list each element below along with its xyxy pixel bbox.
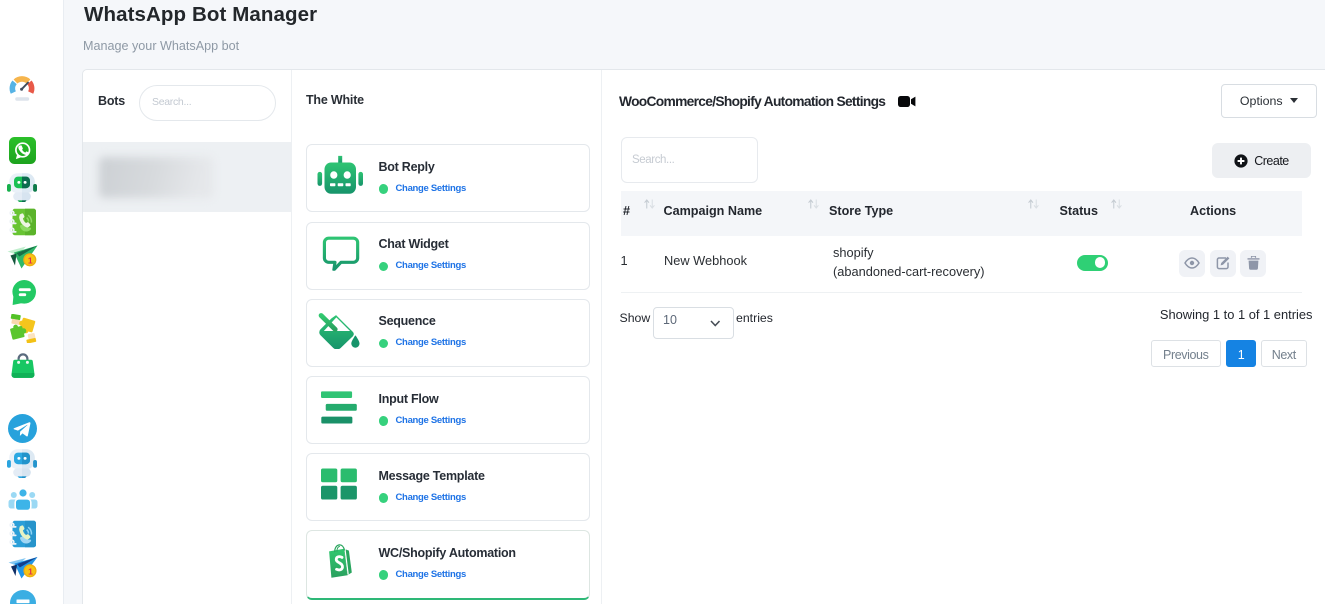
svg-text:1: 1 <box>28 566 33 576</box>
svg-text:1: 1 <box>28 255 33 265</box>
